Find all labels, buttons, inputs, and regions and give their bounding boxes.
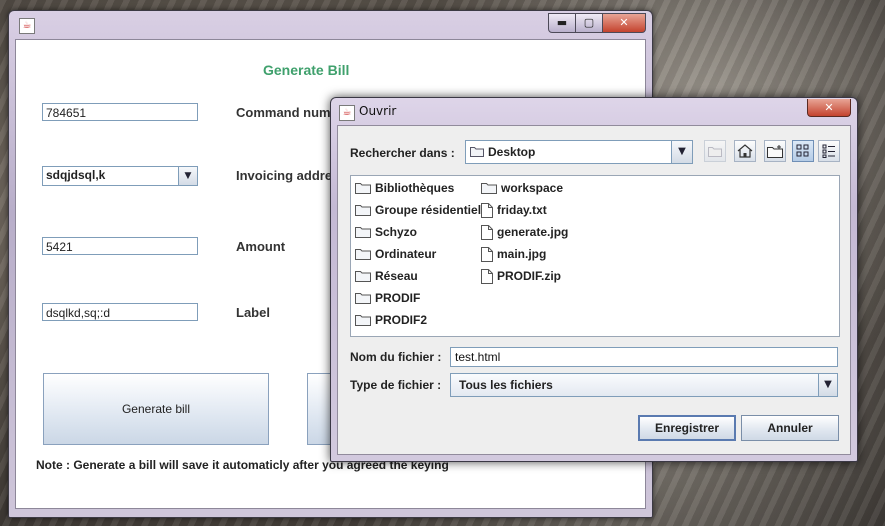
file-icon [481, 246, 493, 262]
up-folder-icon [708, 147, 722, 157]
folder-icon [355, 183, 371, 194]
new-folder-icon [767, 144, 783, 158]
title-bar[interactable]: ☕ ▬ ▢ ✕ [9, 11, 652, 39]
list-item[interactable]: Schyzo [355, 222, 417, 242]
list-item-label: Réseau [375, 269, 418, 283]
list-item-label: generate.jpg [497, 225, 569, 239]
list-item[interactable]: PRODIF2 [355, 310, 427, 330]
file-icon [481, 202, 493, 218]
list-item-label: workspace [501, 181, 564, 195]
list-item[interactable]: workspace [481, 178, 563, 198]
file-chooser-dialog: ☕ Ouvrir ✕ Rechercher dans : Desktop ▼ B… [330, 97, 858, 462]
command-number-label: Command num [236, 105, 331, 120]
list-item[interactable]: PRODIF [355, 288, 420, 308]
list-item[interactable]: Bibliothèques [355, 178, 454, 198]
folder-icon [355, 227, 371, 238]
up-folder-button[interactable] [704, 140, 726, 162]
home-icon [737, 144, 753, 158]
list-view-icon [796, 144, 809, 157]
dialog-title: Ouvrir [359, 104, 397, 118]
list-item[interactable]: generate.jpg [481, 222, 568, 242]
invoicing-address-value: sdqjdsql,k [46, 168, 106, 182]
amount-label: Amount [236, 239, 286, 254]
details-view-button[interactable] [818, 140, 840, 162]
list-item[interactable]: Groupe résidentiel [355, 200, 481, 220]
new-folder-button[interactable] [764, 140, 786, 162]
dialog-body: Rechercher dans : Desktop ▼ Bibliothèque… [337, 125, 851, 455]
invoicing-address-select[interactable]: sdqjdsql,k ▼ [42, 166, 198, 186]
folder-icon [355, 271, 371, 282]
list-item-label: PRODIF2 [375, 313, 428, 327]
amount-input[interactable]: 5421 [42, 237, 198, 255]
java-app-icon: ☕ [19, 18, 35, 34]
list-item-label: Bibliothèques [375, 181, 455, 195]
file-icon [481, 224, 493, 240]
command-number-input[interactable]: 784651 [42, 103, 198, 121]
file-icon [481, 268, 493, 284]
list-item-label: main.jpg [497, 247, 547, 261]
invoicing-address-label: Invoicing addre [236, 168, 333, 183]
list-item-label: Schyzo [375, 225, 418, 239]
folder-icon [355, 249, 371, 260]
filetype-label: Type de fichier : [350, 378, 442, 392]
chevron-down-icon[interactable]: ▼ [671, 141, 692, 163]
label-input[interactable]: dsqlkd,sq;:d [42, 303, 198, 321]
list-item[interactable]: main.jpg [481, 244, 546, 264]
look-in-select[interactable]: Desktop ▼ [465, 140, 693, 164]
dialog-close-button[interactable]: ✕ [807, 99, 851, 117]
chevron-down-icon[interactable]: ▼ [818, 374, 837, 396]
list-item-label: Ordinateur [375, 247, 437, 261]
list-item[interactable]: PRODIF.zip [481, 266, 561, 286]
folder-icon [470, 146, 484, 160]
java-app-icon: ☕ [339, 105, 355, 121]
folder-icon [355, 205, 371, 216]
folder-icon [355, 315, 371, 326]
close-button[interactable]: ✕ [603, 13, 646, 33]
list-item[interactable]: Réseau [355, 266, 418, 286]
window-controls: ▬ ▢ ✕ [548, 13, 646, 33]
list-item-label: Groupe résidentiel [375, 203, 482, 217]
cancel-button[interactable]: Annuler [741, 415, 839, 441]
maximize-button[interactable]: ▢ [576, 13, 603, 33]
label-field-label: Label [236, 305, 270, 320]
home-button[interactable] [734, 140, 756, 162]
list-view-button[interactable] [792, 140, 814, 162]
page-title: Generate Bill [263, 62, 350, 78]
look-in-label: Rechercher dans : [350, 146, 455, 160]
filetype-select[interactable]: Tous les fichiers ▼ [450, 373, 838, 397]
folder-icon [481, 183, 497, 194]
minimize-button[interactable]: ▬ [548, 13, 576, 33]
filename-label: Nom du fichier : [350, 350, 442, 364]
save-button[interactable]: Enregistrer [638, 415, 736, 441]
filename-input[interactable]: test.html [450, 347, 838, 367]
look-in-value: Desktop [488, 145, 536, 159]
list-item-label: friday.txt [497, 203, 547, 217]
folder-icon [355, 293, 371, 304]
filetype-value: Tous les fichiers [459, 378, 553, 392]
list-item-label: PRODIF [375, 291, 421, 305]
list-item[interactable]: Ordinateur [355, 244, 436, 264]
list-item[interactable]: friday.txt [481, 200, 547, 220]
file-list[interactable]: Bibliothèques Groupe résidentiel Schyzo … [350, 175, 840, 337]
chevron-down-icon[interactable]: ▼ [178, 167, 197, 185]
generate-bill-button[interactable]: Generate bill [43, 373, 269, 445]
details-view-icon [822, 144, 835, 158]
list-item-label: PRODIF.zip [497, 269, 562, 283]
